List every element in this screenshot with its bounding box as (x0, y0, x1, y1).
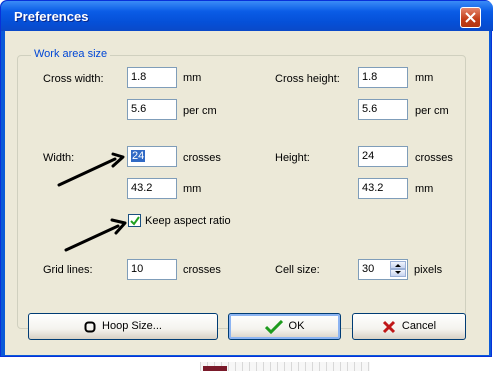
annotation-arrow-aspect (64, 218, 127, 252)
width-input-selection: 24 (131, 150, 146, 162)
background-swatch (203, 366, 227, 371)
hoop-icon (84, 321, 96, 332)
height-mm-input[interactable]: 43.2 (358, 178, 408, 199)
group-label: Work area size (31, 48, 111, 60)
grid-lines-label: Grid lines: (43, 264, 93, 276)
cross-height-per-cm-unit: per cm (415, 105, 449, 117)
arrow-down-icon (395, 271, 401, 274)
width-mm-unit: mm (183, 183, 202, 195)
ok-button[interactable]: OK (228, 313, 341, 340)
dialog-body: Work area size Cross width: 1.8 mm 5.6 p… (5, 31, 489, 355)
hoop-size-button[interactable]: Hoop Size... (28, 313, 218, 340)
annotation-arrow-width (57, 152, 125, 187)
ok-label: OK (288, 320, 305, 332)
cell-size-spinner[interactable] (390, 261, 406, 278)
cross-width-per-cm-unit: per cm (183, 105, 217, 117)
check-icon (264, 319, 283, 334)
width-unit: crosses (183, 152, 221, 164)
height-input[interactable]: 24 (358, 146, 408, 167)
cross-height-label: Cross height: (275, 73, 340, 85)
close-button[interactable] (460, 7, 481, 28)
title-bar[interactable]: Preferences (1, 1, 493, 31)
keep-aspect-label[interactable]: Keep aspect ratio (145, 215, 231, 227)
cross-width-input[interactable]: 1.8 (127, 67, 177, 88)
width-input[interactable]: 24 (127, 146, 177, 167)
arrow-up-icon (395, 264, 401, 267)
height-mm-unit: mm (415, 183, 434, 195)
cancel-button[interactable]: Cancel (352, 313, 466, 340)
grid-lines-unit: crosses (183, 264, 221, 276)
cross-width-label: Cross width: (43, 73, 104, 85)
window-title: Preferences (14, 9, 89, 24)
cross-height-unit: mm (415, 72, 434, 84)
x-icon (382, 320, 395, 333)
cancel-label: Cancel (401, 320, 437, 332)
cross-width-unit: mm (183, 72, 202, 84)
width-mm-input[interactable]: 43.2 (127, 178, 177, 199)
spin-up-button[interactable] (390, 261, 406, 269)
height-unit: crosses (415, 152, 453, 164)
spin-down-button[interactable] (390, 269, 406, 277)
cross-width-per-cm-input[interactable]: 5.6 (127, 99, 177, 120)
cell-size-unit: pixels (414, 264, 443, 276)
grid-lines-input[interactable]: 10 (127, 259, 177, 280)
cross-height-input[interactable]: 1.8 (358, 67, 408, 88)
cross-height-per-cm-input[interactable]: 5.6 (358, 99, 408, 120)
hoop-size-label: Hoop Size... (102, 320, 162, 332)
height-label: Height: (275, 152, 310, 164)
cell-size-label: Cell size: (275, 264, 320, 276)
close-icon (465, 12, 476, 23)
